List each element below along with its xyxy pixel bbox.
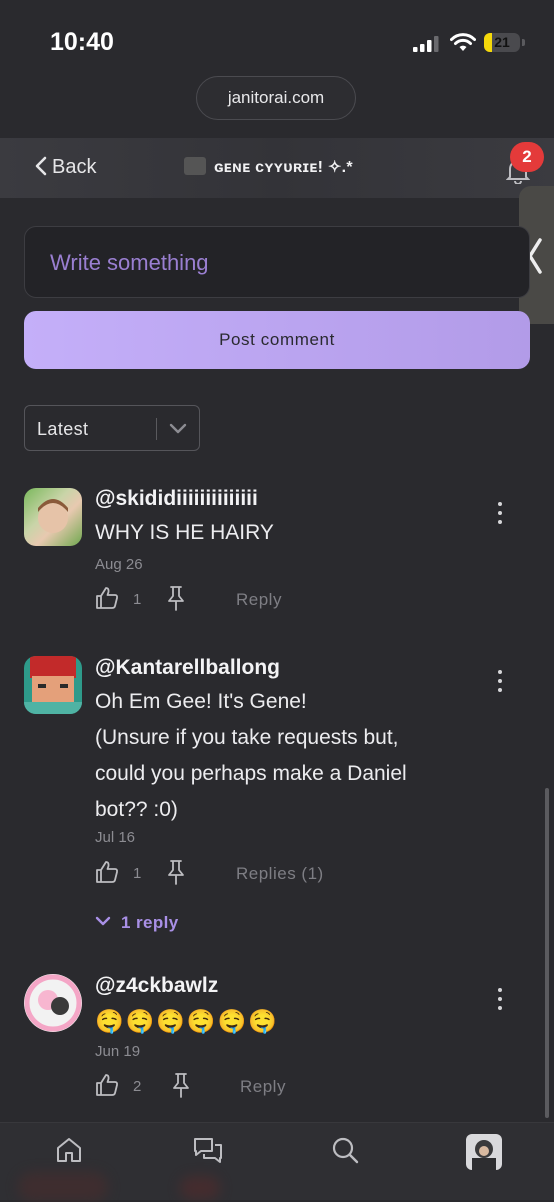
home-icon[interactable] (54, 1135, 84, 1165)
comment-text: Oh Em Gee! It's Gene! (95, 690, 307, 713)
nav-background-glow (18, 1172, 108, 1202)
sort-divider (156, 418, 157, 440)
more-options-icon[interactable] (497, 988, 503, 1010)
status-time: 10:40 (50, 28, 114, 56)
show-replies-label: 1 reply (121, 913, 179, 932)
chat-icon[interactable] (192, 1136, 224, 1166)
wifi-icon (450, 33, 476, 51)
like-count: 1 (133, 865, 142, 882)
scrollbar[interactable] (545, 788, 549, 1118)
more-options-icon[interactable] (497, 670, 503, 692)
comment-date: Jul 16 (95, 829, 136, 846)
chevron-down-icon[interactable] (168, 420, 188, 438)
comment-text: could you perhaps make a Daniel (95, 762, 407, 785)
profile-avatar[interactable] (466, 1134, 502, 1170)
nav-background-glow (180, 1176, 220, 1200)
thumbs-up-icon[interactable] (95, 1073, 119, 1097)
search-icon[interactable] (330, 1135, 360, 1165)
chevron-down-icon (95, 916, 111, 926)
comment-username[interactable]: @z4ckbawlz (95, 974, 218, 998)
comment-text: (Unsure if you take requests but, (95, 726, 399, 749)
post-comment-button[interactable]: Post comment (24, 311, 530, 369)
back-label: Back (52, 156, 97, 178)
cat-emoji-icon (184, 157, 206, 175)
pin-icon[interactable] (165, 585, 187, 611)
sort-selected-value: Latest (37, 419, 89, 439)
pin-icon[interactable] (170, 1072, 192, 1098)
comment-date: Aug 26 (95, 556, 143, 573)
comment-date: Jun 19 (95, 1043, 141, 1060)
reply-button[interactable]: Reply (236, 590, 282, 610)
back-button[interactable]: Back (34, 156, 96, 179)
title-text: ɢᴇɴᴇ ᴄʏʏᴜʀɪᴇ! ✧.* (214, 159, 353, 176)
thumbs-up-icon[interactable] (95, 586, 119, 610)
replies-button[interactable]: Replies (1) (236, 864, 324, 884)
thumbs-up-icon[interactable] (95, 860, 119, 884)
avatar[interactable] (24, 974, 82, 1032)
like-count: 1 (133, 591, 142, 608)
show-replies-toggle[interactable]: 1 reply (95, 913, 179, 933)
comment-username[interactable]: @Kantarellballong (95, 656, 280, 680)
comment-text: 🤤🤤🤤🤤🤤🤤 (95, 1008, 279, 1034)
avatar[interactable] (24, 488, 82, 546)
battery-icon: 21 (484, 33, 526, 53)
character-title: ɢᴇɴᴇ ᴄʏʏᴜʀɪᴇ! ✧.* (184, 157, 353, 177)
avatar[interactable] (24, 656, 82, 714)
cellular-signal-icon (413, 36, 439, 52)
more-options-icon[interactable] (497, 502, 503, 524)
notification-badge: 2 (510, 142, 544, 172)
pin-icon[interactable] (165, 859, 187, 885)
chevron-left-icon (35, 156, 47, 176)
reply-button[interactable]: Reply (240, 1077, 286, 1097)
comment-username[interactable]: @skididiiiiiiiiiiiiii (95, 487, 258, 511)
comment-input-placeholder: Write something (50, 250, 209, 275)
comment-text: WHY IS HE HAIRY (95, 521, 274, 544)
like-count: 2 (133, 1078, 142, 1095)
comment-text: bot?? :0) (95, 798, 178, 821)
battery-level: 21 (494, 34, 510, 50)
url-bar[interactable]: janitorai.com (196, 76, 356, 120)
